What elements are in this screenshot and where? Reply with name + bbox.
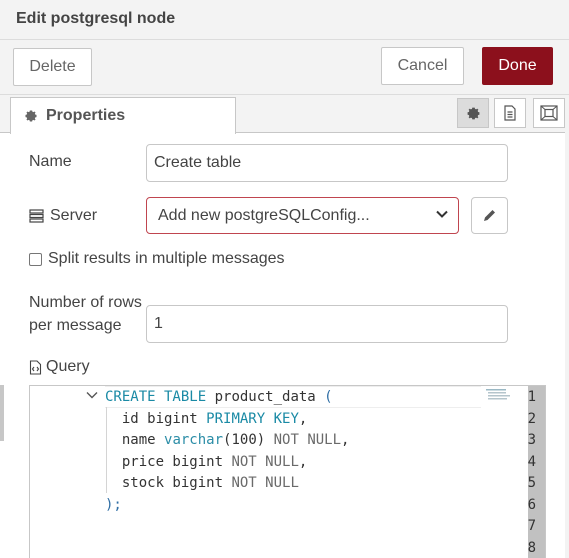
server-label: Server: [50, 207, 98, 224]
document-icon: [504, 105, 516, 121]
rows-label-line1: Number of rows: [29, 294, 142, 311]
query-label-group: Query: [29, 358, 90, 376]
tab-description[interactable]: [494, 98, 526, 128]
code-token: stock bigint: [105, 475, 232, 491]
code-file-icon: [29, 359, 42, 375]
line-number: 3: [527, 432, 536, 448]
dialog-scrollbar[interactable]: [565, 95, 569, 558]
line-number: 5: [527, 475, 536, 491]
tab-appearance[interactable]: [533, 98, 565, 128]
cancel-button[interactable]: Cancel: [381, 47, 464, 85]
code-token: name: [105, 432, 165, 448]
name-input[interactable]: Create table: [146, 144, 508, 182]
done-button[interactable]: Done: [482, 47, 553, 85]
code-token: );: [105, 496, 122, 513]
rows-label-line2: per message: [29, 317, 122, 334]
name-label: Name: [29, 153, 72, 170]
code-token: ,: [341, 432, 350, 448]
editor-gutter: [30, 386, 90, 558]
code-line: name varchar(100) NOT NULL,: [105, 432, 350, 448]
tab-settings[interactable]: [457, 98, 489, 128]
query-editor[interactable]: CREATE TABLE product_data ( id bigint PR…: [29, 385, 546, 558]
fold-chevron-icon[interactable]: [86, 391, 98, 399]
code-token: id bigint: [105, 410, 207, 427]
edit-server-button[interactable]: [471, 197, 508, 234]
tabs-bar: Properties: [0, 95, 569, 134]
code-token: NOT NULL: [231, 453, 299, 470]
delete-button[interactable]: Delete: [13, 48, 92, 86]
dialog-toolbar: Delete Cancel Done: [0, 40, 569, 95]
query-label: Query: [46, 358, 90, 375]
line-number: 4: [527, 453, 536, 470]
code-line: );: [105, 497, 122, 513]
gear-icon: [467, 107, 479, 119]
code-token: ,: [298, 410, 308, 427]
line-number: 6: [527, 496, 536, 513]
split-results-label: Split results in multiple messages: [48, 250, 285, 267]
server-icon: [29, 209, 44, 223]
code-token: ,: [298, 453, 308, 470]
code-token: PRIMARY KEY: [206, 410, 299, 427]
gear-icon: [25, 110, 37, 122]
tab-properties[interactable]: Properties: [10, 97, 236, 134]
rows-per-message-input[interactable]: 1: [146, 305, 508, 343]
server-label-group: Server: [29, 207, 97, 225]
code-token: varchar: [164, 432, 224, 448]
code-token: (: [324, 389, 333, 405]
code-line: id bigint PRIMARY KEY,: [105, 411, 307, 427]
split-results-checkbox[interactable]: [29, 252, 42, 266]
server-select[interactable]: Add new postgreSQLConfig...: [146, 197, 459, 234]
code-token: CREATE TABLE: [105, 389, 207, 405]
left-edge-marker: [0, 385, 4, 441]
dialog-title: Edit postgresql node: [16, 10, 176, 27]
tab-properties-label: Properties: [46, 107, 126, 124]
code-token: product_data: [206, 389, 325, 405]
frame-icon: [540, 105, 558, 121]
code-line: price bigint NOT NULL,: [105, 454, 307, 470]
code-token: (100): [223, 432, 274, 448]
line-number: 2: [527, 410, 536, 427]
chevron-down-icon: [436, 210, 448, 218]
code-line: stock bigint NOT NULL: [105, 475, 299, 491]
server-select-value: Add new postgreSQLConfig...: [158, 206, 370, 224]
code-line: CREATE TABLE product_data (: [105, 389, 333, 405]
code-token: price bigint: [105, 453, 232, 470]
line-number: 1: [527, 389, 536, 405]
pencil-icon: [484, 210, 495, 221]
dialog-header: Edit postgresql node: [0, 0, 569, 40]
split-results-row[interactable]: Split results in multiple messages: [29, 250, 285, 268]
code-token: NOT NULL: [231, 475, 299, 491]
code-token: NOT NULL: [273, 432, 342, 448]
rows-label: Number of rows per message: [29, 291, 144, 337]
line-number: 7: [527, 518, 536, 534]
line-number: 8: [527, 539, 536, 556]
